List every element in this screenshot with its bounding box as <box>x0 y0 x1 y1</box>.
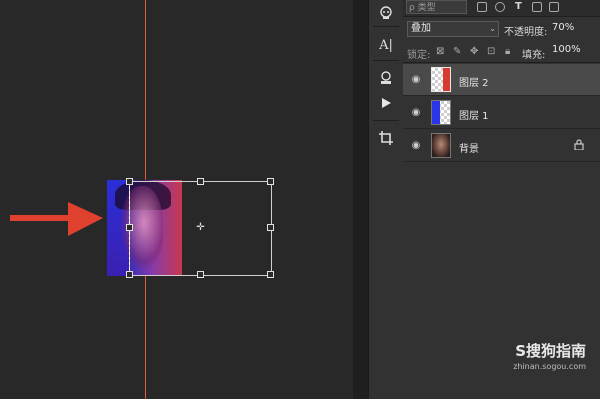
actions-play-icon[interactable] <box>376 93 396 113</box>
lock-icon[interactable] <box>574 139 584 153</box>
fill-input[interactable]: 100% <box>549 43 593 59</box>
layer-name[interactable]: 图层 1 <box>459 107 489 122</box>
watermark-logo: S搜狗指南 <box>515 342 586 360</box>
shape-filter-icon[interactable] <box>532 2 542 12</box>
chevron-down-icon: ⌄ <box>489 24 496 33</box>
smart-object-filter-icon[interactable] <box>549 2 559 12</box>
panel-divider <box>353 0 368 399</box>
pixel-filter-icon[interactable] <box>477 2 487 12</box>
layer-name[interactable]: 图层 2 <box>459 74 489 89</box>
blend-mode-select[interactable]: 叠加 ⌄ <box>407 21 499 37</box>
layer-kind-filter[interactable]: ρ 类型 <box>406 0 467 14</box>
transform-handle-top-right[interactable] <box>267 178 274 185</box>
opacity-label: 不透明度: <box>504 27 548 38</box>
toolstrip-separator <box>373 120 399 121</box>
transform-handle-bottom-left[interactable] <box>126 271 133 278</box>
lock-label: 锁定: <box>407 50 431 61</box>
alien-icon[interactable] <box>376 3 396 23</box>
eye-icon[interactable]: ◉ <box>410 140 422 152</box>
transform-handle-bottom-center[interactable] <box>197 271 204 278</box>
crop-icon[interactable] <box>376 128 396 148</box>
layer-row[interactable]: ◉ 图层 2 <box>403 64 600 96</box>
layers-panel: ρ 类型 T 叠加 ⌄ 不透明度: 70% 锁定: ⊠ ✎ ✥ ⊡ 🔒︎ 填充:… <box>403 0 600 399</box>
eye-icon[interactable]: ◉ <box>410 107 422 119</box>
blend-mode-value: 叠加 <box>411 23 431 34</box>
adjustment-filter-icon[interactable] <box>495 2 505 12</box>
toolstrip-separator <box>373 60 399 61</box>
character-panel-icon[interactable]: A| <box>376 35 396 55</box>
transform-handle-top-center[interactable] <box>197 178 204 185</box>
toolstrip-separator <box>373 26 399 27</box>
lock-transparent-icon[interactable]: ⊠ <box>436 46 444 57</box>
lock-artboard-icon[interactable]: ⊡ <box>487 46 495 57</box>
lock-all-icon[interactable]: 🔒︎ <box>505 46 510 57</box>
layer-filter-bar: ρ 类型 T <box>403 0 600 17</box>
transform-handle-bottom-right[interactable] <box>267 271 274 278</box>
opacity-input[interactable]: 70% <box>549 21 593 37</box>
transform-handle-middle-left[interactable] <box>126 224 133 231</box>
blend-options-row: 叠加 ⌄ 不透明度: 70% <box>403 18 600 40</box>
info-panel-icon[interactable] <box>376 68 396 88</box>
layer-row[interactable]: ◉ 背景 <box>403 130 600 162</box>
fill-label: 填充: <box>522 50 546 61</box>
lock-options-row: 锁定: ⊠ ✎ ✥ ⊡ 🔒︎ 填充: 100% <box>403 40 600 63</box>
layer-thumbnail <box>431 133 451 158</box>
watermark-url: zhinan.sogou.com <box>513 362 586 371</box>
panel-icon-strip: A| <box>368 0 404 399</box>
eye-icon[interactable]: ◉ <box>410 74 422 86</box>
layer-thumbnail <box>431 100 451 125</box>
type-filter-icon[interactable]: T <box>515 1 522 12</box>
layer-row[interactable]: ◉ 图层 1 <box>403 97 600 129</box>
layer-name[interactable]: 背景 <box>459 140 479 155</box>
layer-thumbnail <box>431 67 451 92</box>
watermark: S搜狗指南 zhinan.sogou.com <box>513 340 586 371</box>
transform-handle-middle-right[interactable] <box>267 224 274 231</box>
transform-handle-top-left[interactable] <box>126 178 133 185</box>
red-arrow-icon <box>10 202 103 236</box>
transform-center-icon[interactable]: ✛ <box>196 223 205 233</box>
lock-position-icon[interactable]: ✥ <box>470 46 478 57</box>
document-canvas[interactable]: ✛ <box>0 0 353 399</box>
lock-image-brush-icon[interactable]: ✎ <box>453 46 461 57</box>
